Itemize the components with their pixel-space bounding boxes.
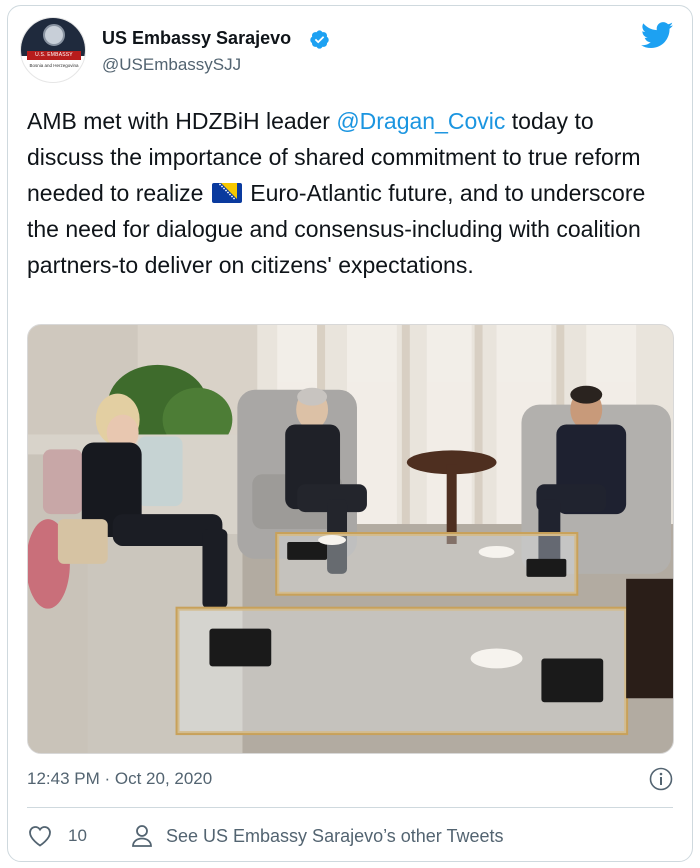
twitter-bird-icon[interactable] <box>641 22 674 49</box>
account-handle[interactable]: @USEmbassySJJ <box>102 55 241 75</box>
verified-badge-icon <box>310 30 329 49</box>
avatar-band-text: U.S. EMBASSY <box>27 51 81 60</box>
see-other-tweets-link[interactable]: See US Embassy Sarajevo’s other Tweets <box>166 826 504 847</box>
info-icon[interactable] <box>649 767 673 791</box>
heart-icon[interactable] <box>28 825 52 847</box>
meeting-photo[interactable] <box>27 324 674 754</box>
bosnia-flag-icon <box>211 183 242 203</box>
person-icon <box>132 825 152 847</box>
avatar[interactable]: U.S. EMBASSY Bosnia and Herzegovina <box>20 17 86 83</box>
mention-link[interactable]: @Dragan_Covic <box>336 108 505 134</box>
tweet-text-part1: AMB met with HDZBiH leader <box>27 108 337 134</box>
like-count: 10 <box>68 826 87 845</box>
tweet-timestamp[interactable]: 12:43 PM · Oct 20, 2020 <box>27 769 212 789</box>
tweet-text: AMB met with HDZBiH leader @Dragan_Covic… <box>27 103 673 283</box>
avatar-sub-text: Bosnia and Herzegovina <box>29 63 79 68</box>
display-name[interactable]: US Embassy Sarajevo <box>102 28 291 49</box>
divider <box>27 807 673 808</box>
embassy-seal-icon <box>43 24 65 46</box>
